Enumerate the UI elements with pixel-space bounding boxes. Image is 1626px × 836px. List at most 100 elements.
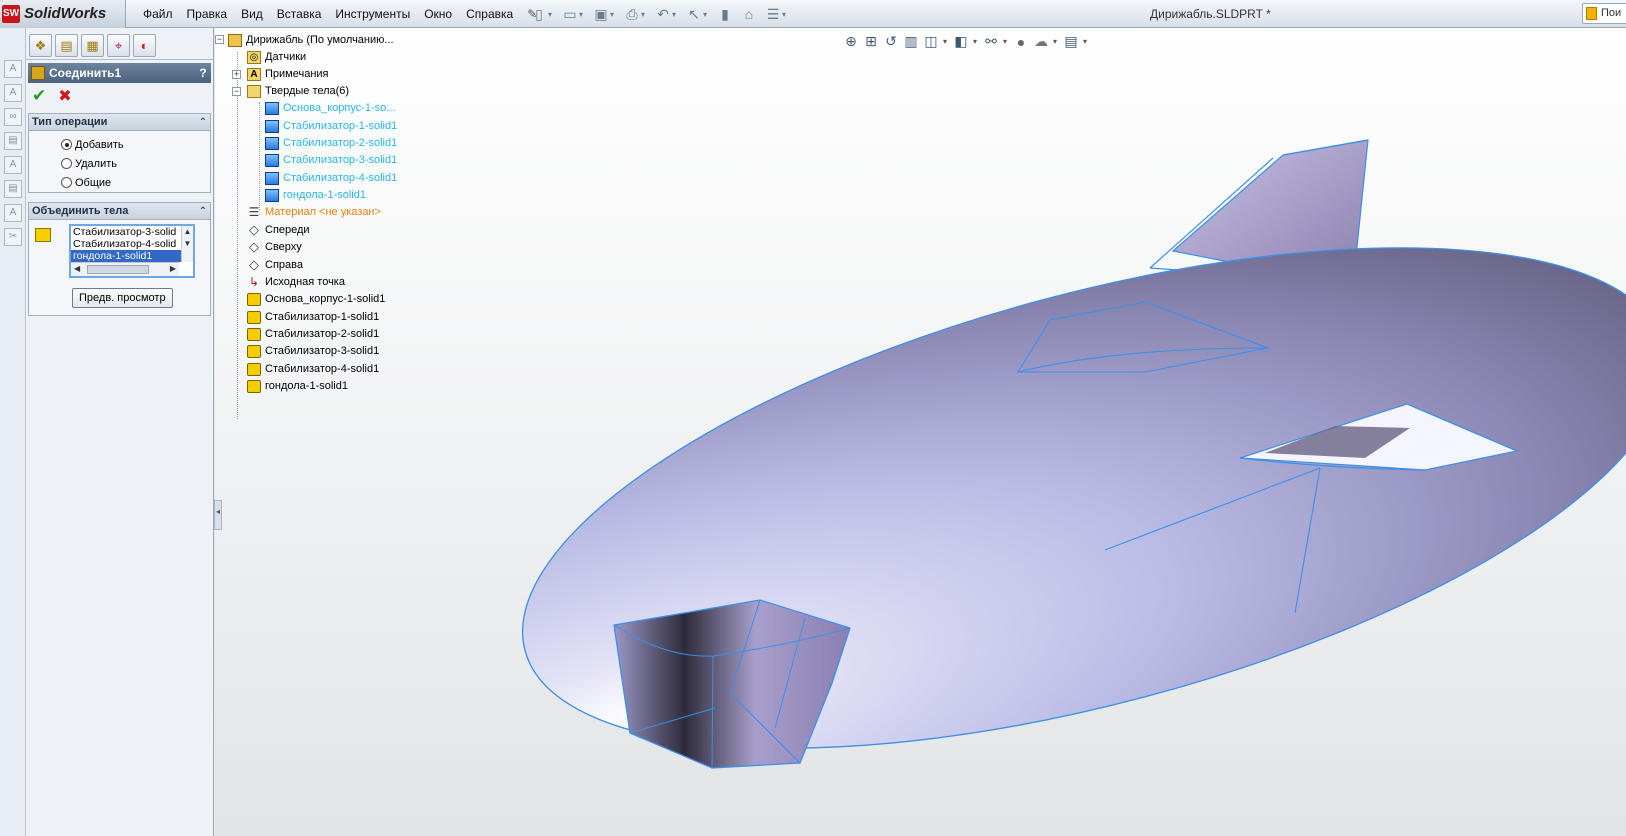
apply-scene-icon[interactable]: ☁	[1033, 33, 1049, 50]
scroll-right-icon[interactable]: ▶	[170, 263, 176, 275]
body-item[interactable]: Стабилизатор-2-solid1	[265, 135, 397, 151]
hide-show-icon[interactable]: ⚯	[983, 33, 999, 50]
sketch-icon[interactable]: A	[4, 60, 22, 78]
edit-appearance-icon[interactable]: ●	[1013, 34, 1029, 50]
dimxpert-tab[interactable]: ⌖	[107, 34, 130, 57]
operation-type-header[interactable]: Тип операции ⌃	[29, 114, 210, 131]
tree-root[interactable]: Дирижабль (По умолчанию...	[228, 32, 394, 48]
annotation-icon[interactable]: A	[4, 84, 22, 102]
tree-item-origin[interactable]: ↳ Исходная точка	[247, 274, 345, 290]
radio-common[interactable]	[61, 177, 72, 188]
list-item[interactable]: Стабилизатор-4-solid	[71, 238, 193, 250]
radio-add[interactable]	[61, 139, 72, 150]
menu-edit[interactable]: Правка	[180, 0, 235, 28]
tree-item-feature[interactable]: Основа_корпус-1-solid1	[247, 291, 385, 307]
menu-view[interactable]: Вид	[234, 0, 270, 28]
chevron-down-icon[interactable]: ▾	[1083, 37, 1089, 46]
ok-button[interactable]: ✔	[32, 86, 46, 106]
collapse-root-icon[interactable]: −	[215, 35, 224, 44]
scroll-up-icon[interactable]: ▲	[182, 226, 193, 238]
undo-button[interactable]: ↶ ▾	[654, 5, 679, 23]
list-item[interactable]: Стабилизатор-3-solid	[71, 226, 193, 238]
body-item[interactable]: Стабилизатор-4-solid1	[265, 170, 397, 186]
collapse-icon[interactable]: ⌃	[196, 206, 210, 217]
view-orientation-icon[interactable]: ◫	[923, 33, 939, 50]
option-add[interactable]: Добавить	[29, 135, 210, 154]
text-icon[interactable]: A	[4, 156, 22, 174]
chevron-down-icon[interactable]: ▾	[943, 37, 949, 46]
scroll-down-icon[interactable]: ▼	[182, 238, 193, 250]
tree-item-sensors[interactable]: ◎ Датчики	[247, 49, 306, 65]
dimension-icon[interactable]: A	[4, 204, 22, 222]
file-properties-button[interactable]: ⌂	[740, 5, 758, 23]
scroll-left-icon[interactable]: ◀	[74, 263, 80, 275]
zoom-to-area-icon[interactable]: ⊞	[863, 33, 879, 50]
menu-file[interactable]: Файл	[136, 0, 180, 28]
display-manager-tab[interactable]: ◐	[133, 34, 156, 57]
vertical-scrollbar[interactable]: ▲ ▼	[181, 226, 193, 262]
tree-item-material[interactable]: ☰ Материал <не указан>	[247, 204, 381, 220]
save-button[interactable]: ▣ ▾	[592, 5, 617, 23]
cancel-button[interactable]: ✖	[58, 86, 71, 106]
copy-icon[interactable]: ▤	[4, 180, 22, 198]
new-button[interactable]: ▯ ▾	[530, 5, 555, 23]
link-icon[interactable]: ∞	[4, 108, 22, 126]
tree-item-feature[interactable]: Стабилизатор-2-solid1	[247, 326, 379, 342]
tree-item-plane-front[interactable]: ◇ Спереди	[247, 222, 310, 238]
solidworks-logo[interactable]: SW SolidWorks	[0, 0, 126, 28]
property-manager-tab[interactable]: ▤	[55, 34, 78, 57]
help-button[interactable]: ?	[195, 66, 211, 80]
tree-item-feature[interactable]: Стабилизатор-4-solid1	[247, 361, 379, 377]
chevron-down-icon[interactable]: ▾	[973, 37, 979, 46]
menu-help[interactable]: Справка	[459, 0, 520, 28]
airship-model[interactable]	[215, 28, 1626, 836]
menu-window[interactable]: Окно	[417, 0, 459, 28]
menu-tools[interactable]: Инструменты	[328, 0, 417, 28]
rebuild-button[interactable]: ▮	[716, 5, 734, 23]
scroll-thumb[interactable]	[87, 265, 149, 274]
collapse-icon[interactable]: ⌃	[196, 117, 210, 128]
zoom-to-fit-icon[interactable]: ⊕	[843, 33, 859, 50]
print-button[interactable]: ⎙ ▾	[623, 5, 648, 23]
option-common[interactable]: Общие	[29, 173, 210, 192]
expand-annotations-icon[interactable]: +	[232, 70, 241, 79]
preview-button[interactable]: Предв. просмотр	[72, 288, 173, 308]
body-item[interactable]: гондола-1-solid1	[265, 187, 366, 203]
panel-splitter[interactable]: ◂	[214, 500, 222, 530]
display-style-icon[interactable]: ◧	[953, 33, 969, 50]
tree-item-solid-bodies[interactable]: Твердые тела(6)	[247, 83, 349, 99]
feature-manager-tab[interactable]: ❖	[29, 34, 52, 57]
tree-line	[237, 52, 238, 419]
tree-item-annotations[interactable]: A Примечания	[247, 66, 329, 82]
tree-item-feature[interactable]: гондола-1-solid1	[247, 378, 348, 394]
list-item-selected[interactable]: гондола-1-solid1	[71, 250, 193, 262]
tree-item-feature[interactable]: Стабилизатор-1-solid1	[247, 309, 379, 325]
tree-item-feature[interactable]: Стабилизатор-3-solid1	[247, 343, 379, 359]
horizontal-scrollbar[interactable]: ◀ ▶	[71, 262, 179, 276]
section-view-icon[interactable]: ▥	[903, 33, 919, 50]
graphics-area[interactable]: ⊕ ⊞ ↺ ▥ ◫ ▾ ◧ ▾ ⚯ ▾ ● ☁ ▾ ▤ ▾ − Дирижабль (По…	[215, 28, 1626, 836]
chevron-down-icon[interactable]: ▾	[1003, 37, 1009, 46]
menu-insert[interactable]: Вставка	[270, 0, 329, 28]
select-button[interactable]: ↖ ▾	[685, 5, 710, 23]
configuration-manager-tab[interactable]: ▦	[81, 34, 104, 57]
chevron-down-icon[interactable]: ▾	[1053, 37, 1059, 46]
body-item[interactable]: Основа_корпус-1-so...	[265, 100, 395, 116]
tree-line	[259, 102, 260, 210]
combine-bodies-header[interactable]: Объединить тела ⌃	[29, 203, 210, 220]
previous-view-icon[interactable]: ↺	[883, 33, 899, 50]
body-item[interactable]: Стабилизатор-1-solid1	[265, 118, 397, 134]
tree-item-plane-top[interactable]: ◇ Сверху	[247, 239, 302, 255]
options-button[interactable]: ☰ ▾	[764, 5, 789, 23]
search-input[interactable]: Пои	[1582, 3, 1626, 24]
body-item[interactable]: Стабилизатор-3-solid1	[265, 152, 397, 168]
bodies-listbox[interactable]: Стабилизатор-3-solid Стабилизатор-4-soli…	[69, 224, 195, 278]
option-subtract[interactable]: Удалить	[29, 154, 210, 173]
tree-item-plane-right[interactable]: ◇ Справа	[247, 257, 303, 273]
extrude-icon[interactable]: ▤	[4, 132, 22, 150]
collapse-solid-bodies-icon[interactable]: −	[232, 87, 241, 96]
open-button[interactable]: ▭ ▾	[561, 5, 586, 23]
radio-subtract[interactable]	[61, 158, 72, 169]
tool-icon[interactable]: ✂	[4, 228, 22, 246]
view-settings-icon[interactable]: ▤	[1063, 33, 1079, 50]
